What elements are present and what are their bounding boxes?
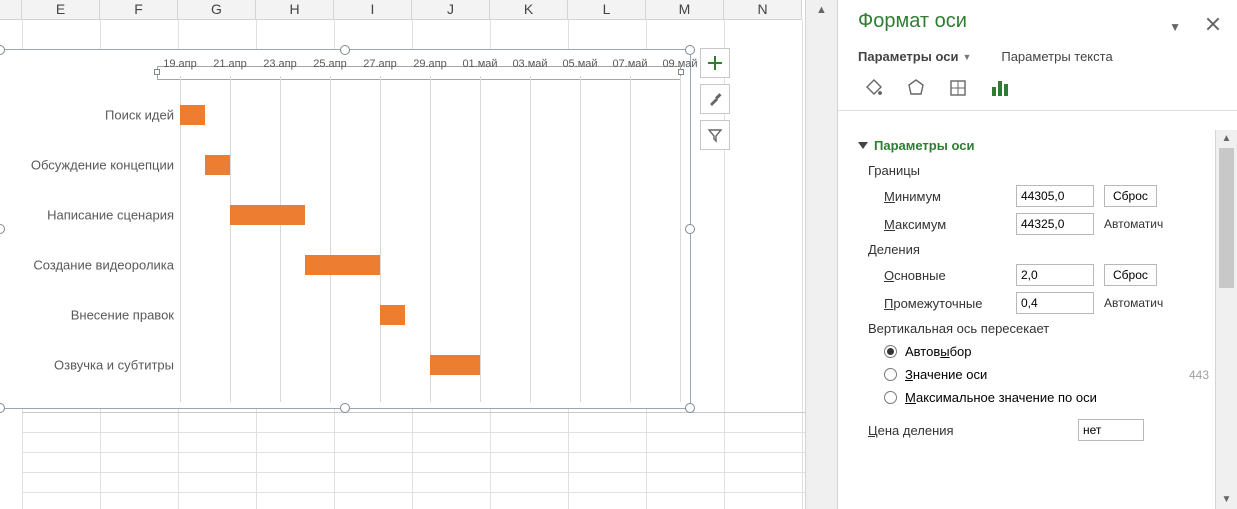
display-units-input[interactable] <box>1078 419 1144 441</box>
tab-axis-options[interactable]: Параметры оси▼ <box>858 49 971 64</box>
category-label[interactable]: Поиск идей <box>0 108 174 123</box>
size-icon[interactable] <box>946 76 970 100</box>
effects-icon[interactable] <box>904 76 928 100</box>
radio-icon <box>884 368 897 381</box>
col-header[interactable]: G <box>178 0 256 20</box>
section-title: Параметры оси <box>874 138 974 153</box>
select-all-corner[interactable] <box>0 0 22 20</box>
xaxis-tick: 21.апр <box>213 58 246 70</box>
category-label[interactable]: Внесение правок <box>0 308 174 323</box>
fill-icon[interactable] <box>862 76 886 100</box>
xaxis-tick: 05.май <box>562 58 597 70</box>
xaxis-tick: 03.май <box>512 58 547 70</box>
xaxis-tick: 09.май <box>662 58 697 70</box>
max-input[interactable] <box>1016 213 1094 235</box>
display-units-label: Цена деления <box>868 423 1068 438</box>
col-header[interactable]: L <box>568 0 646 20</box>
cross-label: Вертикальная ось пересекает <box>848 317 1211 340</box>
pane-menu-dropdown[interactable]: ▼ <box>1169 20 1181 34</box>
chart-styles-button[interactable] <box>700 84 730 114</box>
min-input[interactable] <box>1016 185 1094 207</box>
major-label: Основные <box>884 268 1006 283</box>
axis-value-preview: 443 <box>1189 368 1211 382</box>
collapse-caret-icon <box>858 142 868 149</box>
minor-auto-label: Автоматич <box>1104 296 1163 310</box>
xaxis-tick: 01.май <box>462 58 497 70</box>
radio-icon <box>884 345 897 358</box>
col-header[interactable]: H <box>256 0 334 20</box>
radio-axis-value[interactable]: Значение оси 443 <box>848 363 1211 386</box>
category-label[interactable]: Озвучка и субтитры <box>0 358 174 373</box>
xaxis-tick: 27.апр <box>363 58 396 70</box>
category-label[interactable]: Написание сценария <box>0 208 174 223</box>
radio-icon <box>884 391 897 404</box>
resize-handle[interactable] <box>340 45 350 55</box>
scroll-down-arrow[interactable]: ▼ <box>1216 491 1237 509</box>
max-label: Максимум <box>884 217 1006 232</box>
col-header[interactable]: I <box>334 0 412 20</box>
gantt-bar[interactable] <box>205 155 230 175</box>
major-reset-button[interactable]: Сброс <box>1104 264 1157 286</box>
pane-vertical-scrollbar[interactable]: ▲ ▼ <box>1215 130 1237 509</box>
gantt-bar[interactable] <box>230 205 305 225</box>
axis-options-icon[interactable] <box>988 76 1012 100</box>
sheet-vertical-scrollbar[interactable]: ▲ <box>805 0 837 509</box>
pane-close-button[interactable] <box>1205 16 1221 32</box>
tab-text-options[interactable]: Параметры текста <box>1001 49 1112 64</box>
resize-handle[interactable] <box>340 403 350 413</box>
column-headers: E F G H I J K L M N <box>0 0 806 20</box>
bounds-label: Границы <box>848 159 1211 182</box>
xaxis-tick: 19.апр <box>163 58 196 70</box>
major-input[interactable] <box>1016 264 1094 286</box>
col-header[interactable]: E <box>22 0 100 20</box>
col-header[interactable]: M <box>646 0 724 20</box>
axis-sel-handle[interactable] <box>154 69 160 75</box>
col-header[interactable]: F <box>100 0 178 20</box>
chart-elements-button[interactable] <box>700 48 730 78</box>
scroll-up-arrow[interactable]: ▲ <box>806 0 837 20</box>
pane-title: Формат оси <box>858 10 1219 33</box>
minor-input[interactable] <box>1016 292 1094 314</box>
resize-handle[interactable] <box>685 224 695 234</box>
plot-area[interactable]: 19.апр 21.апр 23.апр 25.апр 27.апр 29.ап… <box>180 58 684 402</box>
minor-label: Промежуточные <box>884 296 1006 311</box>
resize-handle[interactable] <box>685 403 695 413</box>
pane-icon-tabs <box>838 72 1237 111</box>
max-auto-label: Автоматич <box>1104 217 1163 231</box>
resize-handle[interactable] <box>685 45 695 55</box>
category-label[interactable]: Создание видеоролика <box>0 258 174 273</box>
min-reset-button[interactable]: Сброс <box>1104 185 1157 207</box>
scroll-up-arrow[interactable]: ▲ <box>1216 130 1237 148</box>
gantt-bar[interactable] <box>180 105 205 125</box>
gantt-bar[interactable] <box>430 355 480 375</box>
gantt-bar[interactable] <box>305 255 380 275</box>
radio-auto[interactable]: Автовыбор <box>848 340 1211 363</box>
xaxis-tick: 29.апр <box>413 58 446 70</box>
xaxis-tick: 23.апр <box>263 58 296 70</box>
pane-body: Параметры оси Границы ММинимуминимум Сбр… <box>838 130 1211 509</box>
col-header[interactable]: N <box>724 0 802 20</box>
col-header[interactable]: K <box>490 0 568 20</box>
gantt-bar[interactable] <box>380 305 405 325</box>
units-label: Деления <box>848 238 1211 261</box>
format-axis-pane: Формат оси ▼ Параметры оси▼ Параметры те… <box>838 0 1237 509</box>
section-axis-params[interactable]: Параметры оси <box>848 130 1211 159</box>
col-header[interactable]: J <box>412 0 490 20</box>
min-label: ММинимуминимум <box>884 189 1006 204</box>
spreadsheet-area: E F G H I J K L M N <box>0 0 838 509</box>
resize-handle[interactable] <box>0 403 5 413</box>
pane-tabs: Параметры оси▼ Параметры текста <box>838 37 1237 72</box>
scroll-thumb[interactable] <box>1219 148 1234 288</box>
xaxis-tick: 25.апр <box>313 58 346 70</box>
radio-max-value[interactable]: Максимальное значение по оси <box>848 386 1211 409</box>
chart-filter-button[interactable] <box>700 120 730 150</box>
category-label[interactable]: Обсуждение концепции <box>0 158 174 173</box>
chart-side-toolbar <box>700 48 732 156</box>
xaxis-tick: 07.май <box>612 58 647 70</box>
gantt-chart-object[interactable]: Поиск идей Обсуждение концепции Написани… <box>0 50 690 408</box>
